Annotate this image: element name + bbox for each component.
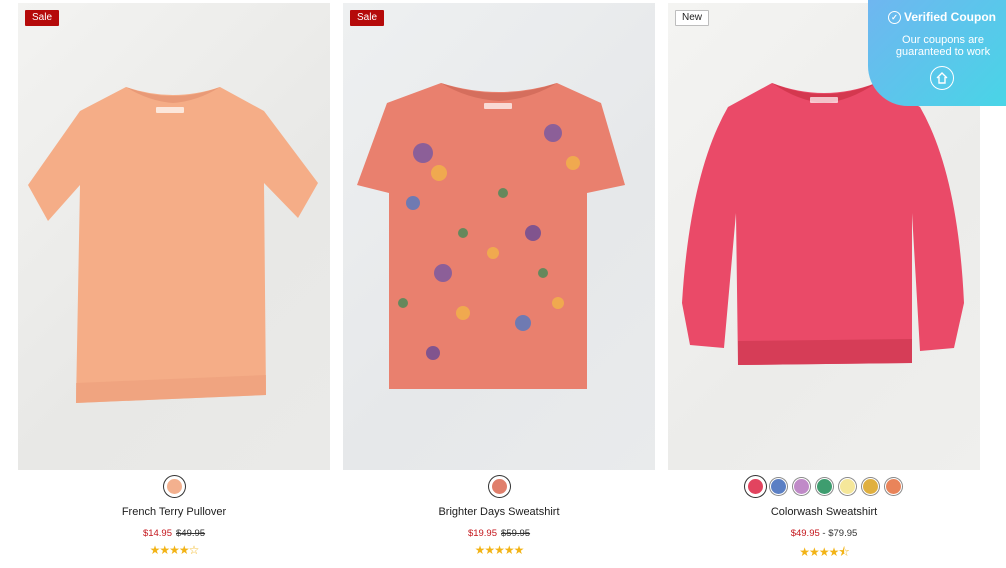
color-swatches [18,476,330,496]
color-swatches [343,476,655,496]
original-price: $59.95 [501,528,531,539]
sale-price: $19.95 [467,528,497,539]
tshirt-illustration [28,87,318,403]
product-name[interactable]: Brighter Days Sweatshirt [343,506,655,520]
floral-tshirt-illustration [357,83,625,389]
swatch-orange[interactable] [884,478,902,495]
coupon-title-text: Verified Coupon [903,10,996,24]
coupon-subtitle: Our coupons are guaranteed to work [895,34,991,59]
original-price: $49.95 [176,528,206,539]
swatch-gold[interactable] [861,478,879,495]
swatch-pink[interactable] [746,478,764,495]
coupon-title: ✓ Verified Coupon [868,10,1006,25]
product-price: $49.95 - $79.95 [668,528,980,540]
sale-badge: Sale [25,10,60,26]
product-price: $19.95 $59.95 [343,528,655,540]
rating-stars: ★★★★☆ [149,543,200,557]
swatch-green[interactable] [815,478,833,495]
price-high: $79.95 [828,528,858,539]
swatch-blue[interactable] [769,478,787,495]
swatch-lilac[interactable] [792,478,810,495]
sale-price: $14.95 [142,528,172,539]
new-badge: New [675,10,710,26]
product-image[interactable]: Sale [18,3,330,470]
color-swatches [668,476,980,496]
product-name[interactable]: Colorwash Sweatshirt [668,506,980,520]
product-card-brighter-days-sweatshirt[interactable]: Sale Brighter Days Sweatshirt $19.95 $59.… [343,3,655,557]
check-circle-icon: ✓ [887,11,901,25]
rating-stars: ★★★★★ [474,543,525,557]
swatch-floral[interactable] [490,478,508,495]
swatch-peach[interactable] [165,478,183,495]
sale-badge: Sale [350,10,385,26]
rating-stars: ★★★★⯪ [799,545,849,559]
price-range-separator: - [819,528,829,539]
price-low: $49.95 [790,528,820,539]
swatch-light-yellow[interactable] [838,478,856,495]
verified-coupon-widget[interactable]: ✓ Verified Coupon Our coupons are guarant… [868,0,1006,106]
product-name[interactable]: French Terry Pullover [18,506,330,520]
product-price: $14.95 $49.95 [18,528,330,540]
product-card-french-terry-pullover[interactable]: Sale French Terry Pullover $14.95 $49.95 … [18,3,330,557]
product-image[interactable]: Sale [343,3,655,470]
home-icon[interactable] [930,66,954,91]
